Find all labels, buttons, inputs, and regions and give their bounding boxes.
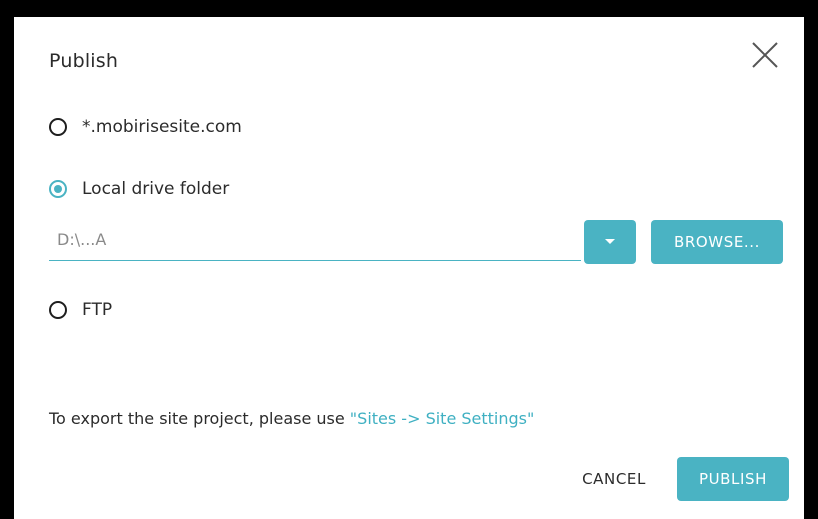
browse-button[interactable]: BROWSE... (651, 220, 783, 264)
radio-ftp[interactable] (49, 301, 67, 319)
close-icon (752, 42, 778, 68)
dialog-title: Publish (49, 50, 119, 72)
option-ftp[interactable]: FTP (49, 300, 112, 320)
cancel-button[interactable]: CANCEL (562, 457, 666, 501)
folder-dropdown-button[interactable] (584, 220, 636, 264)
publish-button[interactable]: PUBLISH (677, 457, 789, 501)
radio-mobirise[interactable] (49, 118, 67, 136)
option-mobirise[interactable]: *.mobirisesite.com (49, 117, 242, 137)
option-local-drive[interactable]: Local drive folder (49, 179, 229, 199)
option-local-drive-label: Local drive folder (82, 179, 230, 199)
option-ftp-label: FTP (82, 300, 113, 320)
publish-dialog: Publish *.mobirisesite.com Local drive f… (14, 17, 804, 519)
radio-local-drive[interactable] (49, 180, 67, 198)
site-settings-link[interactable]: "Sites -> Site Settings" (350, 409, 535, 428)
folder-path-input[interactable] (49, 219, 581, 261)
close-button[interactable] (750, 40, 780, 70)
option-mobirise-label: *.mobirisesite.com (82, 117, 242, 137)
export-note-text: To export the site project, please use (49, 409, 350, 428)
export-note: To export the site project, please use "… (49, 409, 534, 428)
chevron-down-icon (605, 239, 615, 244)
